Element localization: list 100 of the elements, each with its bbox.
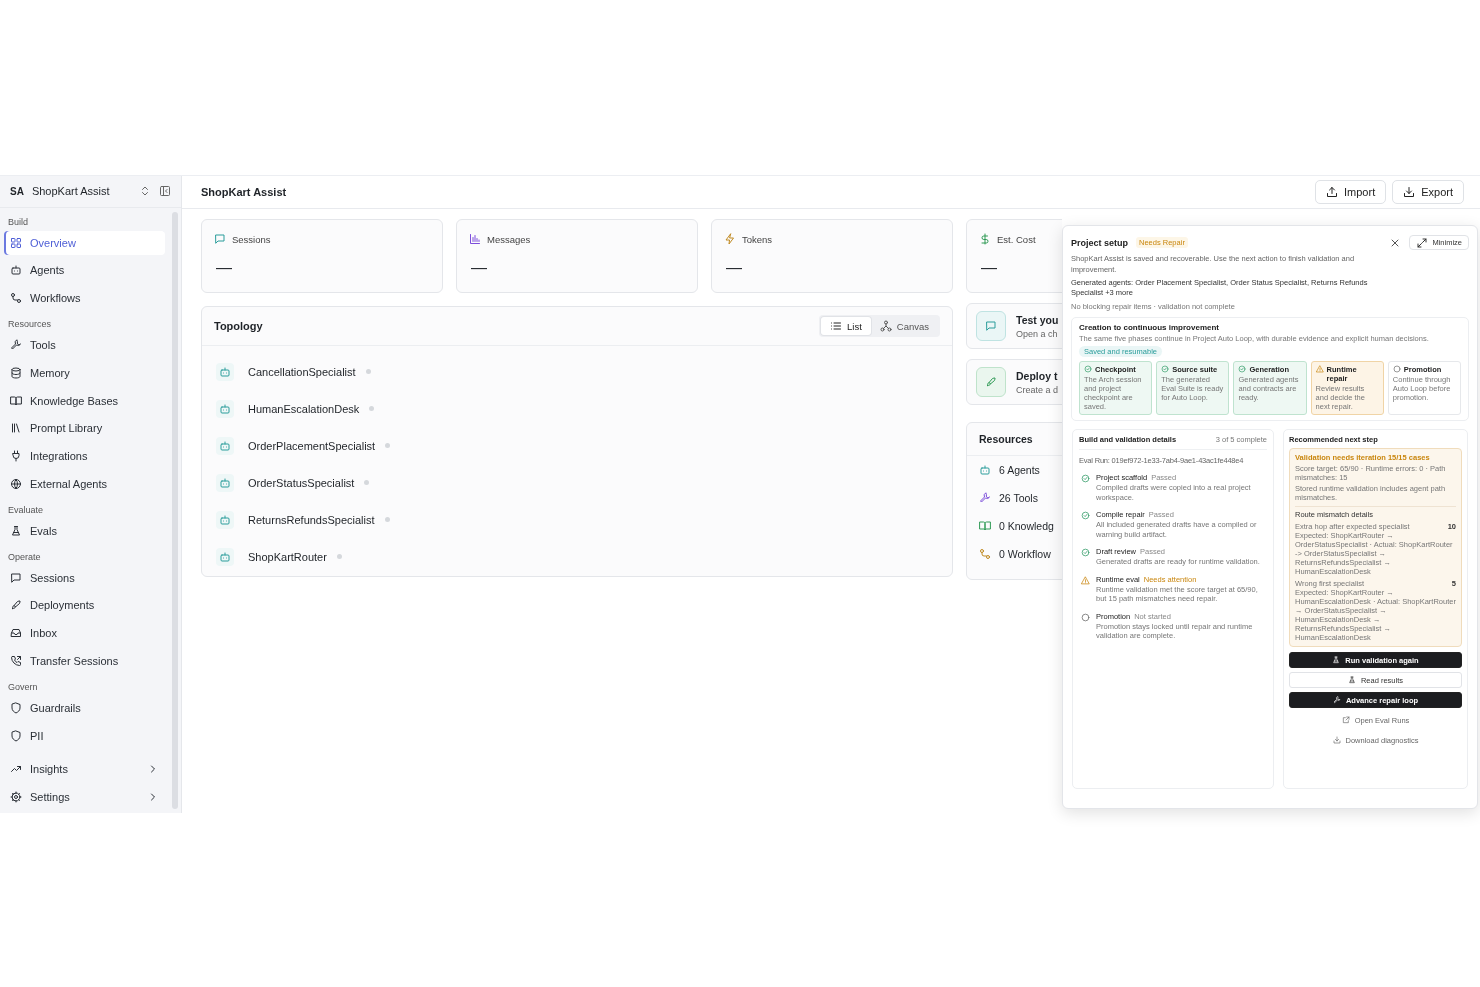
nav-section-label: Evaluate [7, 503, 45, 517]
check-circle-icon [1081, 511, 1090, 520]
sidebar-item[interactable]: PII [4, 723, 165, 748]
sidebar-item[interactable]: Transfer Sessions [4, 649, 165, 673]
wrench-icon [1332, 696, 1341, 704]
page-title: ShopKart Assist [201, 186, 288, 198]
action-subtitle: Open a ch [1016, 328, 1059, 339]
inbox-icon [10, 627, 22, 640]
resource-count[interactable]: 0 Workflow [999, 548, 1051, 560]
check-circle-icon [1084, 365, 1092, 373]
book-icon [979, 520, 991, 532]
sidebar-item[interactable]: Deployments [4, 593, 165, 618]
import-button[interactable]: Import [1315, 180, 1387, 204]
status-dot [365, 369, 371, 374]
sidebar-item[interactable]: Knowledge Bases [4, 388, 165, 413]
check-circle-icon [1081, 474, 1090, 483]
agent-name[interactable]: CancellationSpecialist [248, 365, 356, 378]
chevron-up-down-icon [139, 185, 151, 198]
sidebar-item[interactable]: Insights [4, 757, 165, 782]
card-title: Resources [979, 433, 1033, 445]
action-card[interactable]: Test you Open a ch [966, 303, 1062, 349]
list-icon [830, 320, 842, 332]
resource-count[interactable]: 26 Tools [999, 492, 1038, 504]
stat-value: — [470, 259, 488, 277]
sidebar-item[interactable]: Sessions [4, 565, 165, 590]
globe-icon [10, 478, 22, 491]
nav-section-label: Build [7, 215, 29, 229]
phone-icon [10, 655, 22, 667]
flask-icon [10, 524, 22, 537]
sidebar-item[interactable]: Agents [4, 258, 165, 283]
sidebar-item[interactable]: Memory [4, 360, 165, 385]
wrench-icon [979, 492, 991, 504]
workspace-name[interactable]: ShopKart Assist [31, 185, 131, 198]
sidebar-item[interactable]: External Agents [4, 472, 165, 497]
upload-icon [1326, 186, 1338, 198]
stat-label: Tokens [742, 233, 773, 245]
plug-icon [10, 450, 22, 463]
stat-label: Messages [487, 233, 531, 245]
sidebar-item[interactable]: Integrations [4, 444, 165, 469]
book-icon [10, 394, 22, 407]
minimize-arrows-icon [1416, 236, 1429, 249]
database-icon [10, 366, 22, 379]
agent-name[interactable]: ReturnsRefundsSpecialist [248, 513, 375, 526]
lightning-icon [724, 233, 736, 245]
status-dot [336, 554, 342, 559]
bar-chart-icon [469, 233, 481, 245]
card-title: Topology [214, 320, 264, 332]
status-dot [384, 517, 390, 522]
export-button[interactable]: Export [1392, 180, 1464, 204]
sidebar-item[interactable]: Settings [4, 785, 165, 810]
scrollbar[interactable] [172, 212, 178, 809]
download-icon [1403, 186, 1416, 198]
resource-count[interactable]: 6 Agents [999, 464, 1040, 476]
chat-icon [985, 320, 997, 332]
sidebar-item[interactable]: Evals [4, 518, 165, 543]
nav-section-label: Resources [7, 318, 53, 332]
sidebar-item[interactable]: Tools [4, 333, 165, 358]
download-icon [1332, 736, 1341, 744]
empty-circle-icon [1392, 365, 1401, 373]
sidebar-item[interactable]: Workflows [4, 286, 165, 311]
resource-count[interactable]: 0 Knowledg [999, 520, 1054, 532]
action-card[interactable]: Deploy t Create a d [966, 359, 1062, 405]
action-title: Deploy t [1016, 369, 1059, 382]
sidebar-item[interactable]: Overview [4, 230, 165, 255]
dollar-icon [979, 233, 991, 245]
view-toggle[interactable]: Canvas [870, 317, 938, 335]
check-circle-icon [1238, 365, 1247, 373]
status-dot [364, 480, 370, 485]
books-icon [10, 422, 22, 435]
sidebar-item[interactable]: Prompt Library [4, 416, 165, 441]
wrench-icon [10, 339, 22, 352]
warning-icon [1315, 365, 1324, 373]
check-circle-icon [1081, 548, 1090, 557]
action-title: Test you [1016, 313, 1059, 326]
stat-value: — [980, 259, 998, 277]
stat-value: — [215, 259, 233, 277]
agent-name[interactable]: OrderPlacementSpecialist [248, 439, 376, 452]
sidebar-item[interactable]: Inbox [4, 621, 165, 646]
sidebar-item[interactable]: Guardrails [4, 695, 165, 720]
agent-name[interactable]: OrderStatusSpecialist [248, 476, 355, 489]
stat-label: Est. Cost [997, 233, 1036, 245]
workspace-initials: SA [10, 185, 24, 197]
section-title: Creation to continuous improvement [1079, 323, 1220, 332]
chat-icon [10, 571, 22, 584]
shield-icon [10, 729, 22, 742]
nav-section-label: Operate [7, 550, 42, 564]
agent-name[interactable]: ShopKartRouter [248, 550, 327, 563]
grid-icon [10, 236, 22, 249]
action-subtitle: Create a d [1016, 384, 1059, 395]
external-link-icon [1341, 716, 1350, 724]
nav-section-label: Govern [7, 680, 39, 694]
agent-name[interactable]: HumanEscalationDesk [248, 402, 360, 415]
check-circle-icon [1161, 365, 1170, 373]
sidebar-toggle-icon [159, 185, 171, 198]
flask-icon [1332, 656, 1341, 664]
view-toggle[interactable]: List [821, 317, 871, 335]
robot-icon [979, 464, 991, 476]
chat-icon [214, 233, 226, 245]
stat-label: Sessions [232, 233, 271, 245]
robot-icon [10, 264, 22, 277]
